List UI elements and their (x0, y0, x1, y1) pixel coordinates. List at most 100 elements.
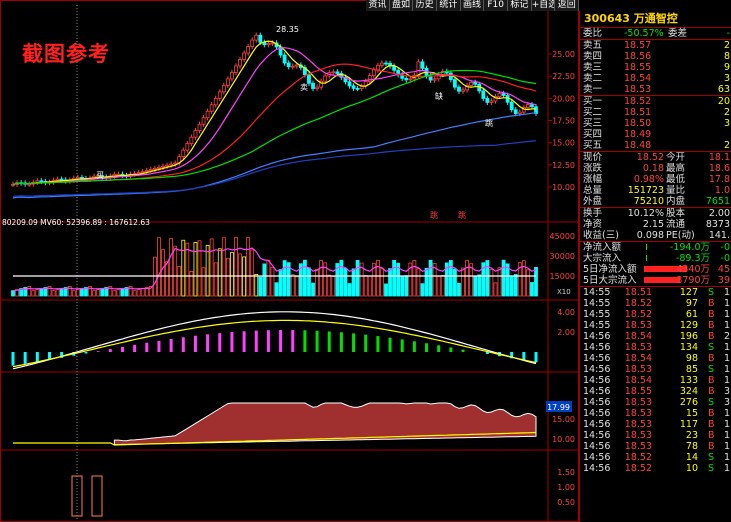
ask-label: 卖五 (583, 40, 603, 51)
macd-bar (352, 333, 356, 352)
stat2-label: 换手 (583, 208, 603, 219)
tick-count: 1 (723, 430, 730, 441)
volume-bar (132, 290, 137, 297)
flow-extra: -0 (720, 253, 730, 264)
bid-row[interactable]: 买三 18.50 3 (580, 118, 731, 129)
tick-time: 14:56 (583, 452, 611, 463)
bid-row[interactable]: 买四 18.49 (580, 129, 731, 140)
macd-bar (400, 339, 404, 352)
volume-bar (489, 269, 494, 297)
toolbar-button-4[interactable]: 画线 (461, 0, 485, 11)
candle-body (234, 65, 238, 73)
macd-bar (449, 347, 453, 352)
ask-row[interactable]: 卖四 18.56 8 (580, 51, 731, 62)
ask-row[interactable]: 卖三 18.55 9 (580, 62, 731, 73)
tick-row[interactable]: 14:55 18.53 129 B 1 (580, 320, 731, 331)
ma250-line (12, 140, 537, 198)
bid-row[interactable]: 买一 18.52 20 (580, 96, 731, 107)
signal-marker: 买 (96, 171, 104, 180)
candle-body (355, 88, 360, 90)
stat2-value-2: 141. (708, 230, 730, 241)
tick-row[interactable]: 14:56 18.54 133 B 1 (580, 375, 731, 386)
volume-bar (96, 289, 101, 297)
ask-row[interactable]: 卖五 18.57 2 (580, 40, 731, 51)
volume-bar (27, 285, 32, 297)
tick-row[interactable]: 14:55 18.51 127 S 1 (580, 287, 731, 298)
candle-body (148, 169, 153, 171)
toolbar-button-3[interactable]: 统计 (437, 0, 461, 11)
signal-marker: 跳 (458, 210, 466, 220)
tick-row[interactable]: 14:55 18.52 61 B 1 (580, 309, 731, 320)
volume-bar (367, 275, 372, 297)
ind4-tick-label: 1.50 (557, 468, 575, 477)
tick-row[interactable]: 14:56 18.53 23 B 1 (580, 430, 731, 441)
toolbar-button-0[interactable]: 资讯 (366, 0, 390, 11)
volume-bar (530, 282, 534, 297)
volume-bar (392, 259, 397, 297)
tick-row[interactable]: 14:56 18.53 78 B 1 (580, 441, 731, 452)
volume-bar (75, 289, 80, 297)
bid-volume: 20 (717, 96, 730, 107)
candle-body (517, 111, 522, 114)
bid-label: 买三 (583, 118, 603, 129)
bid-price: 18.52 (624, 96, 652, 107)
ask-row[interactable]: 卖二 18.54 3 (580, 73, 731, 84)
macd-bar (169, 338, 173, 352)
tick-side: S (708, 397, 715, 408)
tick-row[interactable]: 14:56 18.54 98 B 1 (580, 353, 731, 364)
volume-bar (136, 289, 141, 297)
macd-bar (193, 335, 197, 352)
macd-bar (181, 337, 185, 352)
volume-bar (448, 260, 453, 297)
toolbar-button-2[interactable]: 历史 (413, 0, 438, 11)
tick-time: 14:56 (583, 408, 611, 419)
tick-row[interactable]: 14:56 18.53 117 B 1 (580, 419, 731, 430)
flow-value: -194.0万 (669, 242, 710, 253)
tick-row[interactable]: 14:55 18.52 97 B 1 (580, 298, 731, 309)
ask-price: 18.53 (624, 84, 652, 95)
volume-bar (375, 259, 380, 297)
stock-chart-area[interactable]: 25.00 22.50 20.00 17.50 15.00 12.50 10.00 28.35… (0, 0, 579, 522)
tick-row[interactable]: 14:56 18.53 134 S 1 (580, 342, 731, 353)
volume-bar (327, 274, 332, 297)
bid-row[interactable]: 买五 18.48 2 (580, 140, 731, 151)
volume-bar (161, 249, 165, 297)
tick-row[interactable]: 14:56 18.53 15 B 1 (580, 408, 731, 419)
tick-row[interactable]: 14:56 18.52 14 S 1 (580, 452, 731, 463)
tick-row[interactable]: 14:56 18.52 10 S 1 (580, 463, 731, 474)
ma120-line (12, 112, 537, 199)
tick-time: 14:56 (583, 419, 611, 430)
tick-price: 18.52 (624, 298, 652, 309)
tick-row[interactable]: 14:56 18.53 85 S 1 (580, 364, 731, 375)
tick-row[interactable]: 14:56 18.53 276 S 3 (580, 397, 731, 408)
volume-bar (461, 267, 465, 297)
stat-label-2: 内盘 (666, 196, 686, 207)
ask-row[interactable]: 卖一 18.53 63 (580, 84, 731, 95)
flow-bar (646, 255, 647, 261)
volume-bar (436, 275, 441, 297)
flow-extra: 45 (717, 264, 730, 275)
stats-row: 总量 151723 量比 1.0 (580, 185, 731, 196)
stats-row: 涨跌 0.18 最高 18.6 (580, 163, 731, 174)
tick-volume: 276 (679, 397, 698, 408)
volume-bar (380, 268, 384, 297)
volume-bar (193, 242, 198, 297)
tick-row[interactable]: 14:56 18.54 196 B 2 (580, 331, 731, 342)
tick-row[interactable]: 14:56 18.55 324 B 3 (580, 386, 731, 397)
toolbar-button-7[interactable]: +自选 (532, 0, 556, 11)
stats-block: 现价 18.52 今开 18.1 涨跌 0.18 最高 18.6 涨幅 0.98% 最低 17.8 总量… (580, 151, 731, 207)
bid-row[interactable]: 买二 18.51 2 (580, 107, 731, 118)
stat-value: 75210 (633, 196, 664, 207)
tick-volume: 23 (685, 430, 698, 441)
ask-price: 18.55 (624, 62, 652, 73)
toolbar-button-5[interactable]: F10 (484, 0, 509, 11)
weibi-value: -50.57% (624, 28, 664, 39)
volume-bar (331, 276, 336, 297)
toolbar-button-8[interactable]: 返回 (555, 0, 580, 11)
tick-count: 1 (723, 364, 730, 375)
weibi-row: 委比 -50.57% 委差 - (580, 28, 731, 39)
stat2-value: 10.12% (627, 208, 664, 219)
toolbar-button-1[interactable]: 盘如 (390, 0, 414, 11)
tick-side: S (708, 364, 715, 375)
toolbar-button-6[interactable]: 标记 (508, 0, 532, 11)
